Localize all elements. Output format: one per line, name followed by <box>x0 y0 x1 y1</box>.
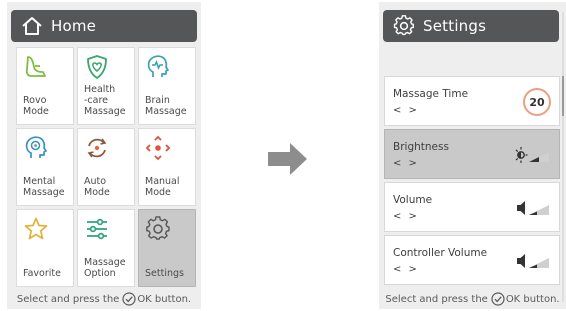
settings-title-bar: Settings <box>383 10 559 42</box>
tile-label: Health -care Massage <box>84 84 126 117</box>
brain-head-icon <box>145 54 171 80</box>
timer-value: 20 <box>529 95 545 109</box>
row-label: Volume <box>393 194 433 206</box>
speaker-icon <box>515 247 551 275</box>
auto-cycle-icon <box>84 135 110 161</box>
left-right-arrows: < > <box>393 211 419 222</box>
tile-healthcare-massage[interactable]: Health -care Massage <box>77 47 135 125</box>
settings-footer-hint: Select and press the OK button. <box>379 292 566 306</box>
gear-icon <box>145 216 171 242</box>
settings-title: Settings <box>423 17 487 35</box>
tile-label: Auto Mode <box>84 176 110 198</box>
settings-screen: Settings Massage Time < > 20 Brightness … <box>379 2 566 309</box>
ok-check-icon <box>491 292 505 306</box>
tile-label: Favorite <box>23 268 61 279</box>
settings-list: Massage Time < > 20 Brightness < > Volum… <box>384 76 560 288</box>
tile-massage-option[interactable]: Massage Option <box>77 209 135 287</box>
row-label: Controller Volume <box>393 247 488 259</box>
settings-row-controller-volume[interactable]: Controller Volume < > <box>384 235 560 285</box>
home-title-bar: Home <box>11 10 197 42</box>
ok-check-icon <box>122 292 136 306</box>
tile-label: Rovo Mode <box>23 95 49 117</box>
row-label: Brightness <box>393 141 449 153</box>
timer-icon: 20 <box>523 88 551 116</box>
home-screen: Home Rovo Mode Health -care Massage Brai… <box>7 2 201 309</box>
scrollbar-thumb[interactable] <box>562 76 564 116</box>
tile-favorite[interactable]: Favorite <box>16 209 74 287</box>
footer-text-suffix: OK button. <box>505 293 560 305</box>
tile-label: Mental Massage <box>23 176 65 198</box>
star-icon <box>23 216 49 242</box>
mental-head-icon <box>23 135 49 161</box>
tile-label: Massage Option <box>84 257 126 279</box>
footer-text-prefix: Select and press the <box>16 293 120 305</box>
tile-label: Manual Mode <box>145 176 180 198</box>
footer-text-suffix: OK button. <box>137 293 192 305</box>
sliders-icon <box>84 216 110 242</box>
home-footer-hint: Select and press the OK button. <box>7 292 201 306</box>
settings-row-massage-time[interactable]: Massage Time < > 20 <box>384 76 560 126</box>
rovo-mode-icon <box>23 54 49 80</box>
transition-arrow-icon <box>268 142 308 176</box>
row-label: Massage Time <box>393 88 469 100</box>
scrollbar-track[interactable] <box>562 12 564 302</box>
speaker-icon <box>515 194 551 222</box>
settings-row-volume[interactable]: Volume < > <box>384 182 560 232</box>
left-right-arrows: < > <box>393 105 419 116</box>
gear-icon <box>392 14 416 38</box>
left-right-arrows: < > <box>393 158 419 169</box>
home-icon <box>20 14 44 38</box>
left-right-arrows: < > <box>393 264 419 275</box>
tile-rovo-mode[interactable]: Rovo Mode <box>16 47 74 125</box>
tile-mental-massage[interactable]: Mental Massage <box>16 128 74 206</box>
tile-manual-mode[interactable]: Manual Mode <box>138 128 196 206</box>
home-title: Home <box>51 17 97 35</box>
brightness-icon <box>515 141 551 169</box>
manual-direction-icon <box>145 135 171 161</box>
tile-label: Brain Massage <box>145 95 187 117</box>
tile-brain-massage[interactable]: Brain Massage <box>138 47 196 125</box>
home-menu-grid: Rovo Mode Health -care Massage Brain Mas… <box>16 47 196 287</box>
settings-row-brightness[interactable]: Brightness < > <box>384 129 560 179</box>
tile-settings[interactable]: Settings <box>138 209 196 287</box>
tile-label: Settings <box>145 268 184 279</box>
footer-text-prefix: Select and press the <box>385 293 488 305</box>
heart-shield-icon <box>84 54 110 80</box>
timer-value-badge: 20 <box>523 88 551 116</box>
tile-auto-mode[interactable]: Auto Mode <box>77 128 135 206</box>
